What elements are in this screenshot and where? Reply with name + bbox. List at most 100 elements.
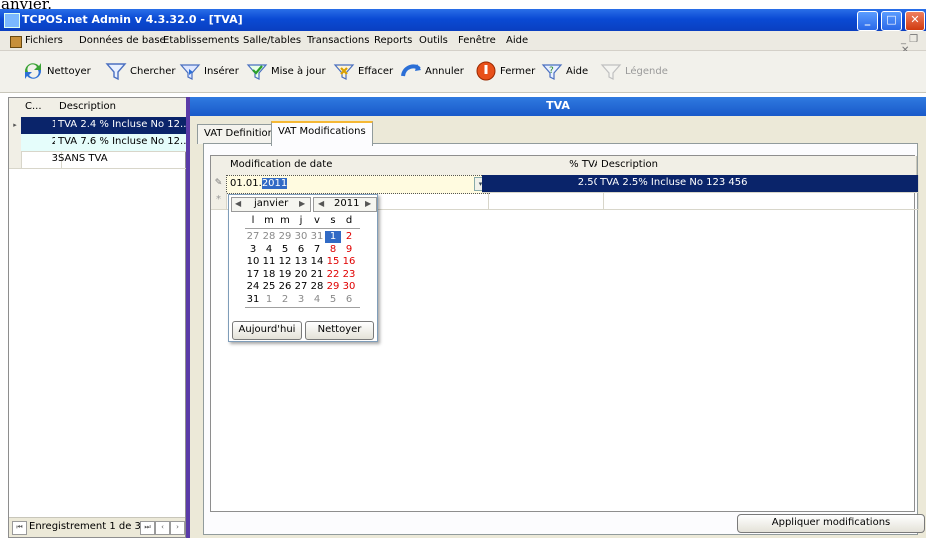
delete-button[interactable]: Effacer: [333, 60, 393, 82]
column-header-description[interactable]: Description: [597, 156, 917, 176]
table-row-description[interactable]: TVA 2.5% Incluse No 123 456: [597, 175, 919, 193]
tab-vat-definition[interactable]: VAT Definition: [197, 124, 281, 144]
day-cell[interactable]: 29: [277, 231, 293, 243]
day-cell[interactable]: 31: [245, 294, 261, 306]
day-cell[interactable]: 3: [245, 244, 261, 256]
column-header-pct[interactable]: % TVA: [482, 156, 606, 176]
table-row-2-description[interactable]: TVA 7.6 % Incluse No 12...: [55, 134, 192, 152]
table-row-1-description[interactable]: TVA 2.4 % Incluse No 12...: [55, 117, 192, 135]
day-cell[interactable]: 5: [277, 244, 293, 256]
day-cell[interactable]: 15: [325, 256, 341, 268]
close-window-button[interactable]: ✕: [905, 11, 925, 31]
day-cell[interactable]: 7: [309, 244, 325, 256]
last-record-icon[interactable]: ⏭: [140, 521, 155, 535]
weekday-label: s: [330, 215, 336, 226]
day-cell[interactable]: 27: [293, 281, 309, 293]
day-cell[interactable]: 2: [341, 231, 357, 243]
day-cell[interactable]: 9: [341, 244, 357, 256]
day-cell[interactable]: 25: [261, 281, 277, 293]
day-cell[interactable]: 21: [309, 269, 325, 281]
day-cell[interactable]: 30: [293, 231, 309, 243]
day-cell[interactable]: 6: [293, 244, 309, 256]
day-cell[interactable]: 28: [309, 281, 325, 293]
day-cell[interactable]: 23: [341, 269, 357, 281]
day-cell[interactable]: 24: [245, 281, 261, 293]
month-selector[interactable]: ◀ janvier ▶: [231, 197, 311, 212]
menu-donnees-de-base[interactable]: Données de base: [79, 35, 166, 46]
undo-button[interactable]: Annuler: [400, 60, 464, 82]
weekday-label: v: [314, 215, 320, 226]
insert-icon: [179, 64, 201, 80]
previous-icon[interactable]: ‹: [155, 521, 170, 535]
menu-outils[interactable]: Outils: [419, 35, 448, 46]
day-cell[interactable]: 27: [245, 231, 261, 243]
menu-transactions[interactable]: Transactions: [307, 35, 369, 46]
day-cell[interactable]: 29: [325, 281, 341, 293]
search-icon: [105, 63, 127, 81]
tab-vat-modifications[interactable]: VAT Modifications: [271, 121, 373, 146]
cleanup-icon: [24, 63, 42, 79]
table-row-3-description[interactable]: SANS TVA: [55, 151, 192, 169]
day-cell[interactable]: 2: [277, 294, 293, 306]
day-cell[interactable]: 4: [261, 244, 277, 256]
menu-etablissements[interactable]: Etablissements: [163, 35, 239, 46]
day-cell[interactable]: 28: [261, 231, 277, 243]
day-cell[interactable]: 26: [277, 281, 293, 293]
date-value-selected: 2011: [261, 178, 288, 189]
day-cell[interactable]: 18: [261, 269, 277, 281]
apply-modifications-button[interactable]: Appliquer modifications: [737, 514, 925, 533]
legend-button[interactable]: Légende: [600, 60, 668, 82]
maximize-button[interactable]: □: [881, 11, 902, 31]
day-cell[interactable]: 4: [309, 294, 325, 306]
day-cell[interactable]: 14: [309, 256, 325, 268]
day-cell[interactable]: 22: [325, 269, 341, 281]
day-cell-selected[interactable]: 1: [325, 231, 341, 243]
first-record-icon[interactable]: ⏮: [12, 521, 27, 535]
menu-aide[interactable]: Aide: [506, 35, 528, 46]
day-cell[interactable]: 5: [325, 294, 341, 306]
clear-date-button[interactable]: Nettoyer: [305, 321, 374, 340]
next-icon[interactable]: ›: [170, 521, 185, 535]
footer-divider: [245, 307, 360, 308]
record-navigator: ⏮ Enregistrement 1 de 3 ⏭ ‹ ›: [9, 517, 185, 537]
prev-month-icon[interactable]: ◀: [235, 198, 241, 209]
day-cell[interactable]: 16: [341, 256, 357, 268]
title-bar: TCPOS.net Admin v 4.3.32.0 - [TVA] _ □ ✕: [0, 9, 926, 31]
cleanup-button[interactable]: Nettoyer: [22, 60, 91, 82]
day-cell[interactable]: 12: [277, 256, 293, 268]
day-cell[interactable]: 17: [245, 269, 261, 281]
weekday-label: m: [280, 215, 290, 226]
day-cell[interactable]: 19: [277, 269, 293, 281]
day-cell[interactable]: 1: [261, 294, 277, 306]
day-cell[interactable]: 31: [309, 231, 325, 243]
table-row-pct[interactable]: 2.50: [482, 175, 604, 193]
delete-icon: [333, 64, 355, 80]
help-button[interactable]: ? Aide: [541, 60, 588, 82]
menu-salle-tables[interactable]: Salle/tables: [243, 35, 301, 46]
today-button[interactable]: Aujourd'hui: [232, 321, 302, 340]
day-cell[interactable]: 20: [293, 269, 309, 281]
day-cell[interactable]: 3: [293, 294, 309, 306]
search-button[interactable]: Chercher: [105, 60, 175, 82]
menu-fenetre[interactable]: Fenêtre: [458, 35, 496, 46]
prev-year-icon[interactable]: ◀: [318, 198, 324, 209]
next-year-icon[interactable]: ▶: [365, 198, 371, 209]
day-cell[interactable]: 13: [293, 256, 309, 268]
day-cell[interactable]: 30: [341, 281, 357, 293]
next-month-icon[interactable]: ▶: [299, 198, 305, 209]
day-cell[interactable]: 11: [261, 256, 277, 268]
minimize-button[interactable]: _: [857, 11, 878, 31]
column-header-description[interactable]: Description: [55, 98, 190, 118]
column-header-date[interactable]: Modification de date: [226, 156, 487, 176]
close-button[interactable]: Fermer: [475, 60, 535, 82]
new-row-pct[interactable]: [482, 192, 604, 210]
update-button[interactable]: Mise à jour: [246, 60, 326, 82]
year-selector[interactable]: ◀ 2011 ▶: [313, 197, 377, 212]
new-row-description[interactable]: [597, 192, 919, 210]
menu-fichiers[interactable]: Fichiers: [25, 35, 63, 46]
day-cell[interactable]: 8: [325, 244, 341, 256]
day-cell[interactable]: 6: [341, 294, 357, 306]
day-cell[interactable]: 10: [245, 256, 261, 268]
insert-button[interactable]: Insérer: [179, 60, 239, 82]
menu-reports[interactable]: Reports: [374, 35, 412, 46]
